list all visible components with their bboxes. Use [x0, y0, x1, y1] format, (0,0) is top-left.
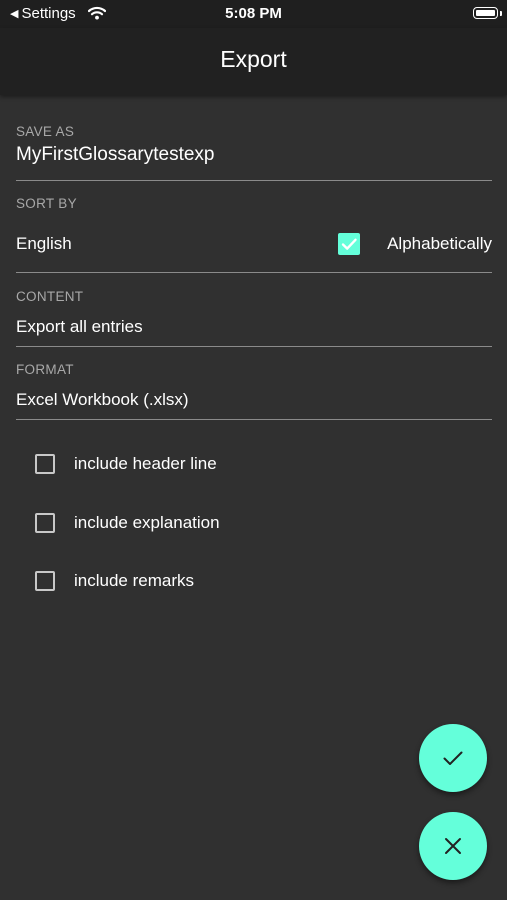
content-label: CONTENT: [16, 289, 84, 304]
cancel-export-button[interactable]: [419, 812, 487, 880]
format-label: FORMAT: [16, 362, 74, 377]
format-select[interactable]: Excel Workbook (.xlsx): [16, 390, 189, 410]
save-as-input[interactable]: MyFirstGlossarytestexp: [16, 144, 214, 166]
save-as-label: SAVE AS: [16, 124, 75, 139]
app-bar: Export: [0, 28, 507, 95]
battery-tip: [500, 11, 502, 16]
battery-level: [476, 10, 495, 16]
divider: [16, 272, 492, 273]
divider: [16, 419, 492, 420]
sort-by-language-select[interactable]: English: [16, 234, 72, 254]
status-bar: ◀ Settings 5:08 PM: [0, 0, 507, 28]
include-explanation-checkbox[interactable]: [35, 513, 55, 533]
content-select[interactable]: Export all entries: [16, 317, 143, 337]
close-icon: [445, 838, 461, 854]
include-header-line-option[interactable]: include header line: [0, 445, 507, 485]
alphabetically-checkbox[interactable]: [338, 233, 360, 255]
status-time: 5:08 PM: [225, 5, 282, 22]
check-icon: [443, 751, 463, 765]
divider: [16, 180, 492, 181]
include-remarks-option[interactable]: include remarks: [0, 562, 507, 602]
check-icon: [341, 238, 357, 250]
alphabetically-label[interactable]: Alphabetically: [387, 234, 492, 254]
confirm-export-button[interactable]: [419, 724, 487, 792]
option-label: include explanation: [74, 513, 220, 532]
option-label: include remarks: [74, 571, 194, 590]
option-label: include header line: [74, 454, 217, 473]
battery-icon: [473, 7, 498, 19]
page-title: Export: [220, 46, 287, 72]
include-explanation-option[interactable]: include explanation: [0, 504, 507, 544]
include-header-line-checkbox[interactable]: [35, 454, 55, 474]
include-remarks-checkbox[interactable]: [35, 571, 55, 591]
sort-by-label: SORT BY: [16, 196, 77, 211]
divider: [16, 346, 492, 347]
